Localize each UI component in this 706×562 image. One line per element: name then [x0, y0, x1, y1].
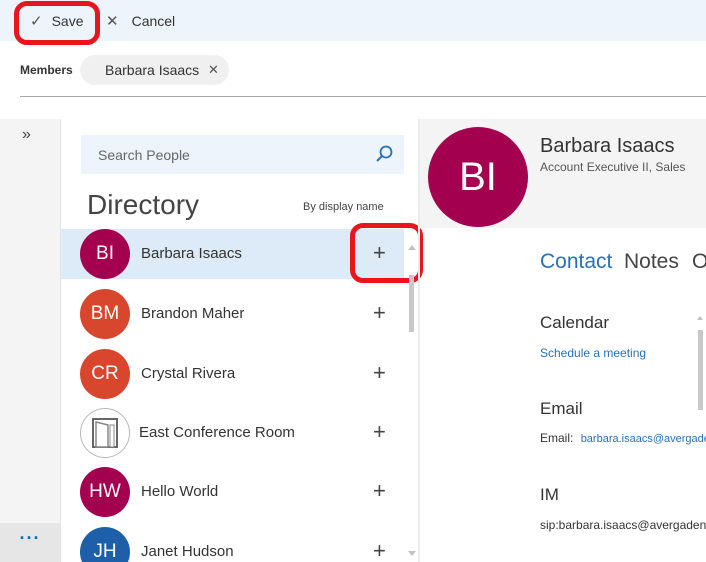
- room-icon: [92, 418, 118, 448]
- more-options-icon[interactable]: ···: [0, 523, 60, 562]
- person-name: Hello World: [141, 483, 219, 500]
- im-heading: IM: [540, 485, 559, 504]
- person-name: Brandon Maher: [141, 305, 245, 322]
- email-heading: Email: [540, 399, 583, 418]
- list-item[interactable]: East Conference Room +: [61, 408, 404, 458]
- details-scroll-up-arrow[interactable]: [697, 316, 703, 320]
- sort-by-display-name[interactable]: By display name: [303, 201, 384, 213]
- avatar: JH: [80, 527, 130, 562]
- person-name: Janet Hudson: [141, 543, 234, 560]
- im-address: sip:barbara.isaacs@avergadent.com: [540, 518, 706, 532]
- save-label: Save: [51, 12, 84, 29]
- person-name: Crystal Rivera: [141, 365, 236, 382]
- members-label: Members: [20, 63, 73, 77]
- search-input[interactable]: Search People: [81, 135, 404, 174]
- scroll-up-arrow[interactable]: [408, 245, 416, 250]
- tab-contact[interactable]: Contact: [540, 250, 612, 274]
- cancel-label: Cancel: [131, 12, 176, 29]
- search-icon[interactable]: [374, 144, 394, 164]
- email-row: Email: barbara.isaacs@avergadent.com: [540, 431, 706, 445]
- avatar: BI: [80, 229, 130, 279]
- save-button[interactable]: ✓ Save: [30, 0, 84, 41]
- tab-organization[interactable]: Organization: [692, 250, 706, 274]
- avatar: [80, 408, 130, 458]
- avatar-initials: BI: [96, 243, 114, 264]
- add-person-button[interactable]: +: [373, 300, 386, 326]
- left-rail: » ···: [0, 119, 61, 562]
- details-scrollbar-thumb[interactable]: [698, 330, 703, 410]
- avatar: HW: [80, 467, 130, 517]
- list-item[interactable]: BM Brandon Maher +: [61, 289, 404, 339]
- list-item[interactable]: CR Crystal Rivera +: [61, 349, 404, 399]
- avatar: BM: [80, 289, 130, 339]
- add-person-button[interactable]: +: [373, 538, 386, 562]
- member-chip-name: Barbara Isaacs: [105, 62, 200, 78]
- list-item[interactable]: HW Hello World +: [61, 467, 404, 517]
- add-person-button[interactable]: +: [373, 360, 386, 386]
- avatar-initials: HW: [89, 481, 121, 502]
- search-placeholder: Search People: [98, 147, 190, 163]
- people-list: BI Barbara Isaacs + BM Brandon Maher + C…: [61, 229, 404, 562]
- people-picker-window: ✓ Save ✕ Cancel Members Barbara Isaacs ✕…: [0, 0, 706, 562]
- close-icon: ✕: [106, 12, 119, 30]
- scroll-down-arrow[interactable]: [408, 551, 416, 556]
- directory-title: Directory: [87, 189, 200, 220]
- remove-member-icon[interactable]: ✕: [208, 62, 219, 78]
- avatar: CR: [80, 349, 130, 399]
- schedule-meeting-link[interactable]: Schedule a meeting: [540, 346, 646, 360]
- avatar-initials: JH: [93, 541, 117, 562]
- add-person-button[interactable]: +: [373, 240, 386, 266]
- add-person-button[interactable]: +: [373, 419, 386, 445]
- list-item[interactable]: BI Barbara Isaacs +: [61, 229, 404, 279]
- add-person-button[interactable]: +: [373, 478, 386, 504]
- email-label: Email:: [540, 431, 574, 445]
- list-item[interactable]: JH Janet Hudson +: [61, 527, 404, 562]
- calendar-heading: Calendar: [540, 313, 609, 332]
- avatar-initials: CR: [91, 363, 119, 384]
- cancel-button[interactable]: ✕ Cancel: [106, 0, 175, 41]
- tab-notes[interactable]: Notes: [624, 250, 679, 274]
- checkmark-icon: ✓: [30, 12, 43, 30]
- avatar-initials: BM: [90, 303, 120, 324]
- person-name: Barbara Isaacs: [141, 245, 242, 262]
- list-scrollbar-thumb[interactable]: [409, 275, 414, 332]
- member-chip: Barbara Isaacs ✕: [80, 55, 229, 85]
- contact-details-pane: Contact Notes Organization Calendar Sche…: [420, 0, 706, 562]
- expand-rail-icon[interactable]: »: [22, 126, 31, 144]
- person-name: East Conference Room: [139, 424, 295, 441]
- email-link[interactable]: barbara.isaacs@avergadent.com: [581, 433, 706, 445]
